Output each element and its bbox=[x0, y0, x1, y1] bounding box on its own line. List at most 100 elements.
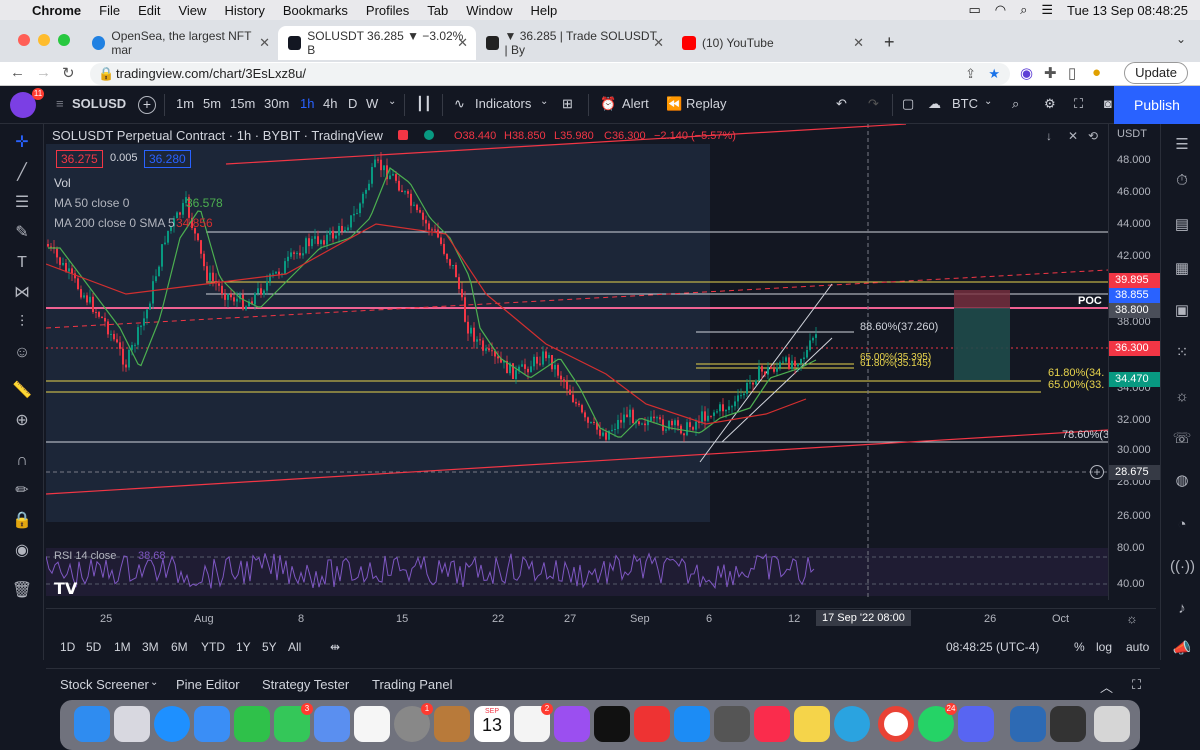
flag-icon[interactable] bbox=[398, 130, 408, 140]
crosshair-icon[interactable]: ✛ bbox=[10, 132, 34, 154]
currency-label[interactable]: USDT bbox=[1117, 128, 1147, 140]
symbol-search[interactable]: SOLUSD bbox=[72, 96, 126, 111]
data-window-icon[interactable]: ▤ bbox=[1170, 214, 1194, 236]
take-profit-zone[interactable] bbox=[954, 308, 1010, 380]
undo-icon[interactable]: ↶ bbox=[836, 96, 847, 112]
update-button[interactable]: Update bbox=[1124, 62, 1188, 84]
tab-pine-editor[interactable]: Pine Editor bbox=[176, 677, 240, 692]
wifi-icon[interactable]: ◠ bbox=[995, 2, 1006, 18]
ideas-icon[interactable]: ☼ bbox=[1170, 386, 1194, 408]
document-icon[interactable] bbox=[1010, 706, 1046, 742]
streams-icon[interactable]: ◍ bbox=[1170, 470, 1194, 492]
menubar-clock[interactable]: Tue 13 Sep 08:48:25 bbox=[1067, 3, 1188, 18]
brush-icon[interactable]: ✎ bbox=[10, 222, 34, 244]
extension-icon[interactable]: ◉ bbox=[1020, 64, 1033, 82]
avatar[interactable]: 11 bbox=[10, 88, 44, 118]
watchlist-icon[interactable]: ☰ bbox=[1170, 134, 1194, 156]
close-window-button[interactable] bbox=[18, 34, 30, 46]
trash-icon[interactable]: 🗑 bbox=[10, 580, 34, 602]
range-5d[interactable]: 5D bbox=[86, 640, 101, 654]
pattern-icon[interactable]: ⋈ bbox=[10, 282, 34, 304]
safari-icon[interactable] bbox=[154, 706, 190, 742]
apple-tv-icon[interactable] bbox=[594, 706, 630, 742]
rsi-label[interactable]: RSI 14 close bbox=[54, 550, 116, 562]
reload-icon[interactable]: ↻ bbox=[62, 64, 75, 82]
menu-view[interactable]: View bbox=[178, 3, 206, 18]
chevron-down-icon[interactable]: ⌄ bbox=[984, 96, 992, 107]
ruler-icon[interactable]: 📏 bbox=[10, 380, 34, 402]
launchpad-icon[interactable] bbox=[114, 706, 150, 742]
tab-opensea[interactable]: OpenSea, the largest NFT mar ✕ bbox=[82, 26, 278, 60]
ask-price[interactable]: 36.280 bbox=[144, 150, 191, 168]
channel-lower[interactable] bbox=[721, 337, 833, 443]
interval-w[interactable]: W bbox=[366, 96, 378, 111]
hotlist-icon[interactable]: ▦ bbox=[1170, 258, 1194, 280]
interval-d[interactable]: D bbox=[348, 96, 357, 111]
maximize-icon[interactable]: ⟲ bbox=[1088, 129, 1098, 143]
lock-icon[interactable]: 🔒 bbox=[10, 510, 34, 532]
price-label-target[interactable]: 34.470 bbox=[1109, 372, 1161, 387]
address-bar[interactable]: 🔒 tradingview.com/chart/3EsLxz8u/ ⇪ ★ bbox=[90, 63, 1010, 85]
profile-avatar[interactable]: ● bbox=[1092, 64, 1101, 81]
screenshot-icon[interactable] bbox=[1050, 706, 1086, 742]
calendar-icon[interactable]: ▣ bbox=[1170, 300, 1194, 322]
alerts-clock-icon[interactable]: ⏱ bbox=[1170, 170, 1194, 192]
music-icon[interactable] bbox=[754, 706, 790, 742]
tab-strategy-tester[interactable]: Strategy Tester bbox=[262, 677, 349, 692]
notifications-icon[interactable]: ♪ bbox=[1170, 598, 1194, 620]
share-icon[interactable]: ⇪ bbox=[965, 63, 976, 85]
tab-stock-screener[interactable]: Stock Screener bbox=[60, 677, 149, 692]
interval-1m[interactable]: 1m bbox=[176, 96, 194, 111]
podcasts-icon[interactable] bbox=[554, 706, 590, 742]
compare-symbol-button[interactable]: + bbox=[138, 96, 156, 114]
gear-icon[interactable]: ⚙ bbox=[1044, 96, 1056, 112]
interval-1h[interactable]: 1h bbox=[300, 96, 314, 111]
menu-app-name[interactable]: Chrome bbox=[32, 3, 81, 18]
templates-icon[interactable]: ⊞ bbox=[562, 96, 573, 112]
close-icon[interactable]: ✕ bbox=[259, 35, 270, 51]
publish-button[interactable]: Publish bbox=[1114, 86, 1200, 124]
trendline-icon[interactable]: ╱ bbox=[10, 162, 34, 184]
spotlight-icon[interactable]: ⌕ bbox=[1020, 2, 1027, 18]
log-scale-toggle[interactable]: log bbox=[1096, 640, 1112, 654]
range-1m[interactable]: 1M bbox=[114, 640, 131, 654]
bookmark-star-icon[interactable]: ★ bbox=[988, 63, 1000, 85]
close-icon[interactable]: ✕ bbox=[457, 35, 468, 51]
emoji-icon[interactable]: ☺ bbox=[10, 342, 34, 364]
range-3m[interactable]: 3M bbox=[142, 640, 159, 654]
eye-icon[interactable]: ◉ bbox=[10, 540, 34, 562]
chat-icon[interactable]: ☏ bbox=[1170, 428, 1194, 450]
messages-icon[interactable]: 3 bbox=[274, 703, 313, 742]
reminders-icon[interactable]: 2 bbox=[514, 703, 553, 742]
ma50-label[interactable]: MA 50 close 0 bbox=[54, 196, 129, 210]
notes-icon[interactable] bbox=[794, 706, 830, 742]
finder-icon[interactable] bbox=[74, 706, 110, 742]
minimize-window-button[interactable] bbox=[38, 34, 50, 46]
news-icon[interactable] bbox=[634, 706, 670, 742]
calendar-app-icon[interactable]: SEP 13 bbox=[474, 706, 510, 742]
range-1d[interactable]: 1D bbox=[60, 640, 75, 654]
tab-tradingview[interactable]: SOLUSDT 36.285 ▼ −3.02% B ✕ bbox=[278, 26, 476, 60]
stay-drawing-icon[interactable]: ✏ bbox=[10, 480, 34, 502]
percent-scale-toggle[interactable]: % bbox=[1074, 640, 1085, 654]
menu-edit[interactable]: Edit bbox=[138, 3, 160, 18]
price-label-poc[interactable]: 38.855 bbox=[1109, 288, 1161, 303]
menu-history[interactable]: History bbox=[224, 3, 264, 18]
range-6m[interactable]: 6M bbox=[171, 640, 188, 654]
menu-file[interactable]: File bbox=[99, 3, 120, 18]
mail-icon[interactable] bbox=[194, 706, 230, 742]
price-label-entry[interactable]: 38.800 bbox=[1109, 303, 1161, 318]
contacts-icon[interactable] bbox=[434, 706, 470, 742]
bid-price[interactable]: 36.275 bbox=[56, 150, 103, 168]
control-center-icon[interactable]: ☰ bbox=[1041, 2, 1053, 18]
menu-window[interactable]: Window bbox=[466, 3, 512, 18]
facetime-icon[interactable] bbox=[234, 706, 270, 742]
sidebar-icon[interactable]: ▯ bbox=[1068, 64, 1076, 82]
close-icon[interactable]: ✕ bbox=[1068, 129, 1078, 143]
discord-icon[interactable] bbox=[958, 706, 994, 742]
tab-youtube[interactable]: (10) YouTube ✕ bbox=[672, 26, 872, 60]
help-icon[interactable]: ◔ bbox=[1170, 514, 1194, 536]
interval-30m[interactable]: 30m bbox=[264, 96, 289, 111]
layout-icon[interactable]: ▢ bbox=[902, 96, 914, 112]
megaphone-icon[interactable]: 📣 bbox=[1170, 638, 1194, 660]
